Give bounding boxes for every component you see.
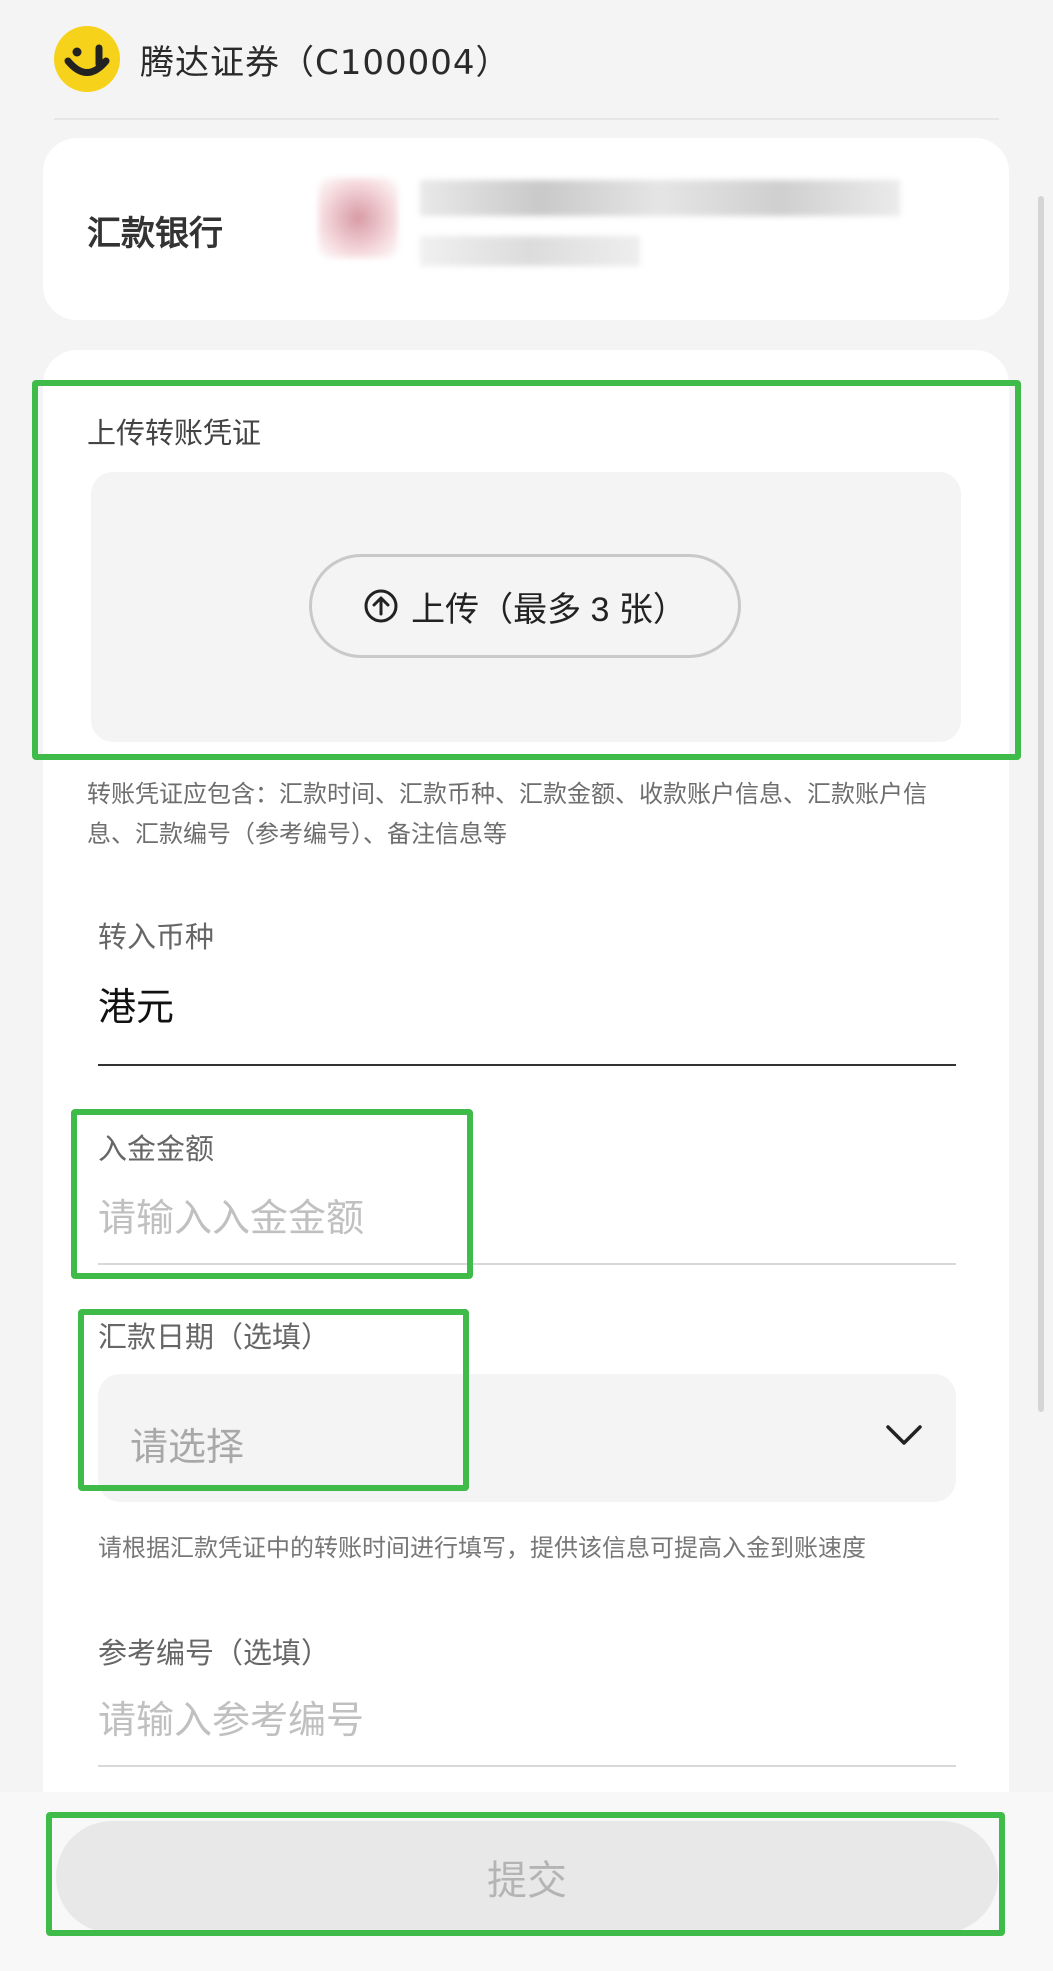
upload-hint: 转账凭证应包含：汇款时间、汇款币种、汇款金额、收款账户信息、汇款账户信息、汇款编… xyxy=(87,780,927,848)
date-label: 汇款日期（选填） xyxy=(98,1320,331,1354)
bank-name-blurred xyxy=(420,180,900,216)
currency-label: 转入币种 xyxy=(98,920,215,954)
amount-underline xyxy=(98,1263,956,1265)
currency-value[interactable]: 港元 xyxy=(98,976,174,1031)
broker-logo xyxy=(54,26,120,92)
upload-button-label: 上传（最多 3 张） xyxy=(411,590,687,629)
amount-input[interactable] xyxy=(98,1192,956,1244)
broker-header: 腾达证券（C100004） xyxy=(54,0,999,120)
bank-label: 汇款银行 xyxy=(87,214,223,254)
date-select-placeholder: 请选择 xyxy=(130,1425,245,1469)
amount-label: 入金金额 xyxy=(98,1132,215,1166)
upload-button[interactable]: 上传（最多 3 张） xyxy=(309,554,741,658)
submit-button[interactable]: 提交 xyxy=(56,1821,998,1933)
reference-underline xyxy=(98,1765,956,1767)
scrollbar[interactable] xyxy=(1038,196,1044,1412)
currency-underline xyxy=(98,1064,956,1066)
bank-card[interactable]: 汇款银行 xyxy=(43,138,1009,320)
bank-account-blurred xyxy=(420,236,640,266)
upload-section-title: 上传转账凭证 xyxy=(87,416,262,450)
upload-arrow-icon xyxy=(363,588,399,624)
reference-input[interactable] xyxy=(98,1694,956,1746)
chevron-down-icon[interactable] xyxy=(884,1420,924,1454)
date-hint: 请根据汇款凭证中的转账时间进行填写，提供该信息可提高入金到账速度 xyxy=(98,1534,866,1562)
reference-label: 参考编号（选填） xyxy=(98,1636,331,1670)
broker-name: 腾达证券（C100004） xyxy=(140,42,511,83)
bank-logo-blurred xyxy=(318,178,398,258)
